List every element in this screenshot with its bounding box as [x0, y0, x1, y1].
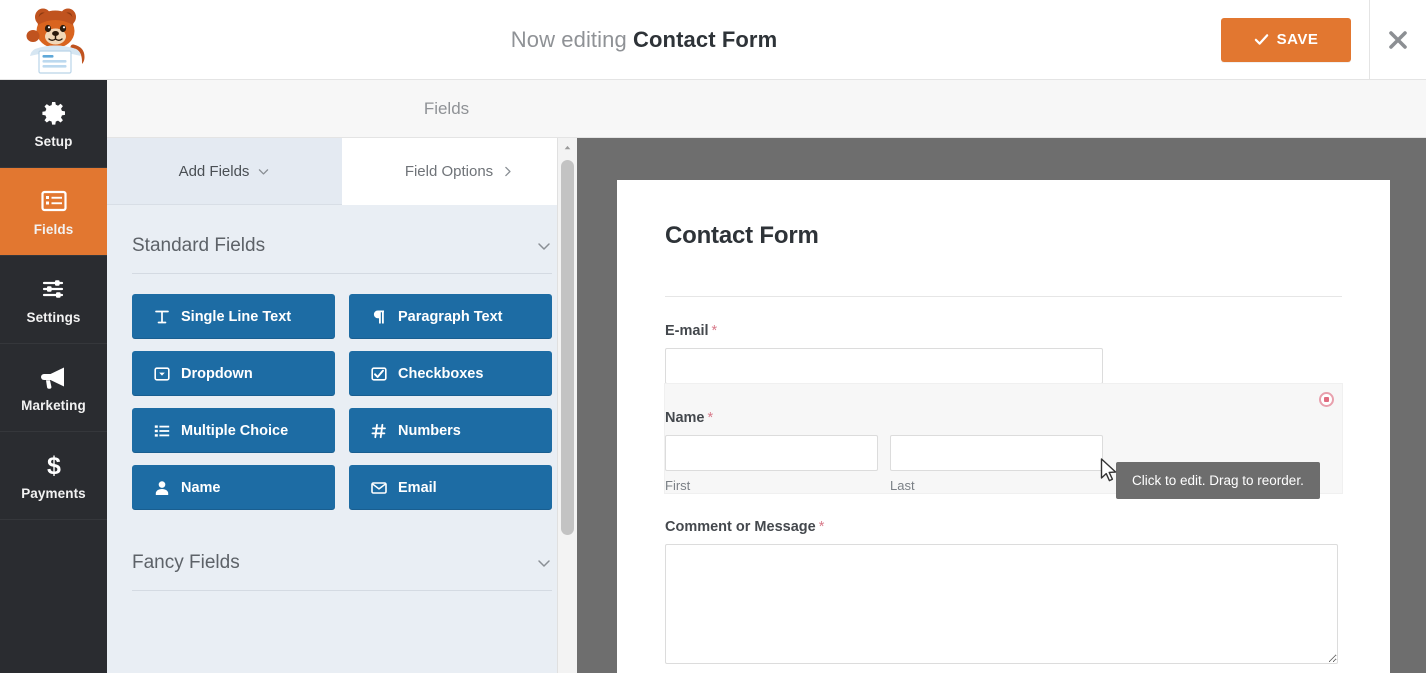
field-label: Name *	[665, 410, 1342, 426]
email-input[interactable]	[665, 348, 1103, 384]
megaphone-icon	[40, 367, 64, 389]
section-header-bar: Fields	[107, 80, 1426, 138]
name-first-input[interactable]	[665, 435, 878, 471]
panel-body: Standard Fields Single Line Text Paragra…	[107, 205, 577, 591]
chevron-down-icon	[538, 560, 550, 567]
section-standard-fields-header[interactable]: Standard Fields	[132, 205, 552, 274]
svg-text:$: $	[47, 452, 61, 479]
preview-field-message[interactable]: Comment or Message *	[665, 493, 1342, 669]
tab-field-options[interactable]: Field Options	[342, 138, 577, 205]
name-subfields-row: First Last	[665, 435, 1342, 493]
standard-fields-grid: Single Line Text Paragraph Text Dropdown	[132, 274, 552, 530]
chevron-down-icon	[259, 168, 269, 175]
name-first-col: First	[665, 435, 878, 493]
preview-form-title: Contact Form	[665, 222, 819, 249]
form-preview-card: Contact Form E-mail * Name * First Last …	[617, 180, 1390, 673]
checkbox-icon	[371, 366, 387, 381]
top-header-bar: Now editing Contact Form SAVE	[0, 0, 1426, 80]
sidebar-item-label: Settings	[26, 309, 81, 325]
required-marker: *	[818, 519, 825, 535]
name-first-sublabel: First	[665, 478, 691, 493]
hash-icon	[371, 423, 386, 438]
save-button[interactable]: SAVE	[1221, 17, 1351, 62]
field-label-text: Name	[665, 410, 705, 426]
field-button-label: Multiple Choice	[181, 422, 289, 439]
tab-add-fields-label: Add Fields	[178, 162, 250, 180]
form-builder-app: Now editing Contact Form SAVE Fields Set…	[0, 0, 1426, 673]
sidebar-item-setup[interactable]: Setup	[0, 80, 107, 168]
chevron-up-icon	[564, 145, 571, 149]
scrollbar-up-button[interactable]	[558, 138, 577, 156]
field-button-label: Checkboxes	[398, 365, 484, 382]
list-bullet-icon	[154, 424, 170, 437]
field-button-name[interactable]: Name	[132, 465, 335, 510]
save-button-wrap: SAVE	[1221, 17, 1369, 62]
section-fancy-fields-header[interactable]: Fancy Fields	[132, 530, 552, 591]
sidebar-item-label: Fields	[33, 221, 74, 237]
field-button-label: Single Line Text	[181, 308, 292, 325]
close-builder-button[interactable]	[1370, 0, 1426, 80]
field-button-label: Name	[181, 479, 221, 496]
field-button-dropdown[interactable]: Dropdown	[132, 351, 335, 396]
sidebar-item-label: Marketing	[21, 397, 86, 413]
dollar-icon: $	[47, 452, 61, 479]
field-label-text: Comment or Message	[665, 519, 816, 535]
sidebar-item-marketing[interactable]: Marketing	[0, 344, 107, 432]
text-cursor-icon	[155, 310, 169, 323]
sidebar-item-payments[interactable]: $ Payments	[0, 432, 107, 520]
form-name: Contact Form	[633, 26, 778, 52]
dropdown-icon	[154, 366, 170, 381]
section-title-fancy: Fancy Fields	[132, 552, 240, 573]
close-icon	[1389, 30, 1407, 49]
gear-icon	[41, 101, 65, 125]
field-button-label: Dropdown	[181, 365, 253, 382]
delete-field-icon[interactable]	[1319, 392, 1334, 407]
field-button-multiple-choice[interactable]: Multiple Choice	[132, 408, 335, 453]
panel-scrollbar[interactable]	[557, 138, 577, 673]
sidebar-item-fields[interactable]: Fields	[0, 168, 107, 256]
sidebar-item-settings[interactable]: Settings	[0, 256, 107, 344]
scrollbar-thumb[interactable]	[561, 160, 574, 535]
user-icon	[155, 480, 169, 495]
builder-sidebar: Setup Fields Settings Marketing $ Paymen…	[0, 80, 107, 673]
required-marker: *	[711, 323, 718, 339]
name-last-col: Last	[890, 435, 1103, 493]
chevron-right-icon	[505, 166, 511, 176]
required-marker: *	[707, 410, 714, 426]
field-button-email[interactable]: Email	[349, 465, 552, 510]
tab-field-options-label: Field Options	[404, 162, 494, 180]
tab-add-fields[interactable]: Add Fields	[107, 138, 342, 205]
add-fields-panel: Add Fields Field Options Standard Fields	[107, 138, 577, 673]
field-label: Comment or Message *	[665, 519, 1342, 535]
envelope-icon	[371, 481, 387, 494]
preview-field-name[interactable]: Name * First Last	[664, 383, 1343, 494]
field-button-label: Paragraph Text	[398, 308, 503, 325]
sidebar-item-label: Setup	[34, 133, 73, 149]
field-label: E-mail *	[665, 323, 1342, 339]
name-last-sublabel: Last	[890, 478, 915, 493]
sliders-icon	[42, 279, 63, 298]
editing-prefix: Now editing	[510, 26, 627, 52]
field-button-label: Email	[398, 479, 437, 496]
save-button-label: SAVE	[1276, 31, 1319, 48]
form-preview-area: Contact Form E-mail * Name * First Last …	[577, 138, 1426, 673]
field-button-paragraph-text[interactable]: Paragraph Text	[349, 294, 552, 339]
field-button-single-line-text[interactable]: Single Line Text	[132, 294, 335, 339]
sidebar-item-label: Payments	[21, 485, 86, 501]
field-button-label: Numbers	[398, 422, 461, 439]
field-button-numbers[interactable]: Numbers	[349, 408, 552, 453]
pilcrow-icon	[373, 310, 384, 323]
section-title: Fields	[423, 98, 470, 118]
field-label-text: E-mail	[665, 323, 709, 339]
preview-field-email[interactable]: E-mail *	[665, 297, 1342, 384]
name-last-input[interactable]	[890, 435, 1103, 471]
message-textarea[interactable]	[665, 544, 1338, 664]
panel-tabs: Add Fields Field Options	[107, 138, 577, 205]
page-title: Now editing Contact Form	[67, 27, 1221, 53]
section-title-standard: Standard Fields	[132, 235, 266, 256]
list-icon	[40, 190, 67, 211]
field-button-checkboxes[interactable]: Checkboxes	[349, 351, 552, 396]
check-icon	[1254, 34, 1268, 45]
chevron-down-icon	[538, 243, 550, 250]
